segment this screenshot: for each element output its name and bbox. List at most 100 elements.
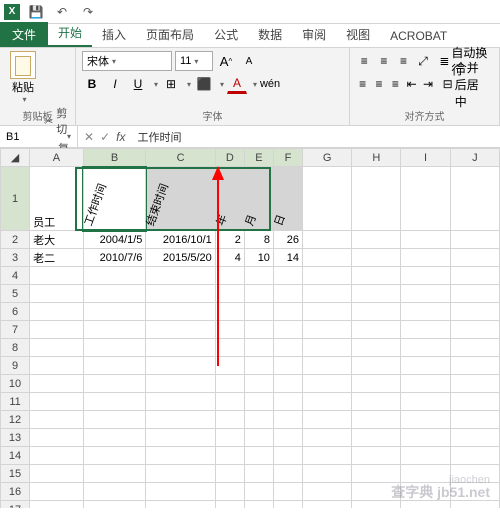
col-header-B[interactable]: B [83, 149, 146, 167]
col-header-C[interactable]: C [146, 149, 215, 167]
row-header-8[interactable]: 8 [1, 339, 30, 357]
row-header-16[interactable]: 16 [1, 483, 30, 501]
cell-C2[interactable]: 2016/10/1 [146, 231, 215, 249]
grid[interactable]: ◢ A B C D E F G H I J 1 员工 工作时间 结束时间 年 月… [0, 148, 500, 508]
chevron-down-icon: ▾ [22, 95, 26, 104]
row-header-17[interactable]: 17 [1, 501, 30, 509]
cell-F2[interactable]: 26 [273, 231, 302, 249]
row-header-7[interactable]: 7 [1, 321, 30, 339]
table-row: 3 老二 2010/7/6 2015/5/20 4 10 14 [1, 249, 500, 267]
col-header-D[interactable]: D [215, 149, 244, 167]
tab-view[interactable]: 视图 [336, 22, 380, 47]
merge-center-button[interactable]: ⊟合并后居中 [438, 74, 493, 94]
row-header-2[interactable]: 2 [1, 231, 30, 249]
align-left-button[interactable]: ≡ [356, 74, 369, 94]
fill-color-button[interactable]: ⬛ [194, 74, 214, 94]
row-header-10[interactable]: 10 [1, 375, 30, 393]
align-top-button[interactable]: ≡ [356, 51, 373, 71]
cell-A3[interactable]: 老二 [30, 249, 84, 267]
cell-D1[interactable]: 年 [215, 167, 244, 231]
save-button[interactable]: 💾 [26, 2, 46, 22]
cell-E1[interactable]: 月 [244, 167, 273, 231]
align-middle-button[interactable]: ≡ [376, 51, 393, 71]
col-header-A[interactable]: A [30, 149, 84, 167]
cell-D3[interactable]: 4 [215, 249, 244, 267]
select-all-corner[interactable]: ◢ [1, 149, 30, 167]
indent-inc-button[interactable]: ⇥ [421, 74, 434, 94]
chevron-down-icon: ▾ [112, 57, 116, 66]
cell-B1[interactable]: 工作时间 [83, 167, 146, 231]
row-header-3[interactable]: 3 [1, 249, 30, 267]
cell-B3[interactable]: 2010/7/6 [83, 249, 146, 267]
tab-acrobat[interactable]: ACROBAT [380, 25, 457, 47]
cancel-icon[interactable]: ✕ [84, 130, 94, 144]
indent-dec-button[interactable]: ⇤ [405, 74, 418, 94]
tab-formula[interactable]: 公式 [204, 22, 248, 47]
border-button[interactable]: ⊞ [161, 74, 181, 94]
chevron-down-icon[interactable]: ▾ [187, 80, 191, 89]
spreadsheet-table: ◢ A B C D E F G H I J 1 员工 工作时间 结束时间 年 月… [0, 148, 500, 508]
row-header-15[interactable]: 15 [1, 465, 30, 483]
row-header-14[interactable]: 14 [1, 447, 30, 465]
paste-button[interactable]: 粘贴 ▾ [6, 51, 40, 104]
cell-A1[interactable]: 员工 [30, 167, 84, 231]
col-header-J[interactable]: J [450, 149, 499, 167]
group-label-font: 字体 [76, 108, 349, 123]
phonetic-button[interactable]: wén [260, 74, 280, 94]
row-header-12[interactable]: 12 [1, 411, 30, 429]
align-right-button[interactable]: ≡ [389, 74, 402, 94]
undo-button[interactable]: ↶ [52, 2, 72, 22]
row-header-11[interactable]: 11 [1, 393, 30, 411]
redo-button[interactable]: ↷ [78, 2, 98, 22]
tab-layout[interactable]: 页面布局 [136, 22, 204, 47]
fx-icon[interactable]: fx [116, 130, 125, 144]
font-size-combo[interactable]: 11▾ [175, 51, 213, 71]
formula-input[interactable]: 工作时间 [131, 129, 187, 145]
merge-label: 合并后居中 [455, 59, 488, 110]
font-color-button[interactable]: A [227, 74, 247, 94]
font-size-value: 11 [180, 55, 191, 67]
col-header-G[interactable]: G [303, 149, 352, 167]
row-header-13[interactable]: 13 [1, 429, 30, 447]
enter-icon[interactable]: ✓ [100, 130, 110, 144]
tab-home[interactable]: 开始 [48, 20, 92, 47]
cell-C1[interactable]: 结束时间 [146, 167, 215, 231]
tab-insert[interactable]: 插入 [92, 22, 136, 47]
cell-C3[interactable]: 2015/5/20 [146, 249, 215, 267]
bold-button[interactable]: B [82, 74, 102, 94]
cell-A2[interactable]: 老大 [30, 231, 84, 249]
grow-font-button[interactable]: A^ [216, 51, 236, 71]
chevron-down-icon[interactable]: ▾ [154, 80, 158, 89]
orientation-button[interactable]: ⤢ [415, 51, 432, 71]
group-clipboard: 粘贴 ▾ ✂剪切 ⿻复制 🖌格式刷 剪贴板 [0, 48, 76, 125]
col-header-E[interactable]: E [244, 149, 273, 167]
cell-F1[interactable]: 日 [273, 167, 302, 231]
cell-D2[interactable]: 2 [215, 231, 244, 249]
cell-G1[interactable] [303, 167, 352, 231]
align-bottom-button[interactable]: ≡ [395, 51, 412, 71]
font-name-combo[interactable]: 宋体▾ [82, 51, 172, 71]
row-header-6[interactable]: 6 [1, 303, 30, 321]
cell-F3[interactable]: 14 [273, 249, 302, 267]
underline-button[interactable]: U [128, 74, 148, 94]
col-header-I[interactable]: I [401, 149, 450, 167]
cell-E3[interactable]: 10 [244, 249, 273, 267]
wrap-icon: ≣ [439, 54, 449, 68]
cell-E2[interactable]: 8 [244, 231, 273, 249]
col-header-F[interactable]: F [273, 149, 302, 167]
tab-data[interactable]: 数据 [248, 22, 292, 47]
shrink-font-button[interactable]: A [239, 51, 259, 71]
row-header-5[interactable]: 5 [1, 285, 30, 303]
chevron-down-icon[interactable]: ▾ [253, 80, 257, 89]
align-center-button[interactable]: ≡ [372, 74, 385, 94]
row-header-9[interactable]: 9 [1, 357, 30, 375]
cell-B2[interactable]: 2004/1/5 [83, 231, 146, 249]
col-header-H[interactable]: H [352, 149, 401, 167]
chevron-down-icon[interactable]: ▾ [220, 80, 224, 89]
italic-button[interactable]: I [105, 74, 125, 94]
watermark-main: 查字典 jb51.net [391, 482, 490, 502]
tab-review[interactable]: 审阅 [292, 22, 336, 47]
row-header-1[interactable]: 1 [1, 167, 30, 231]
tab-file[interactable]: 文件 [0, 22, 48, 47]
row-header-4[interactable]: 4 [1, 267, 30, 285]
